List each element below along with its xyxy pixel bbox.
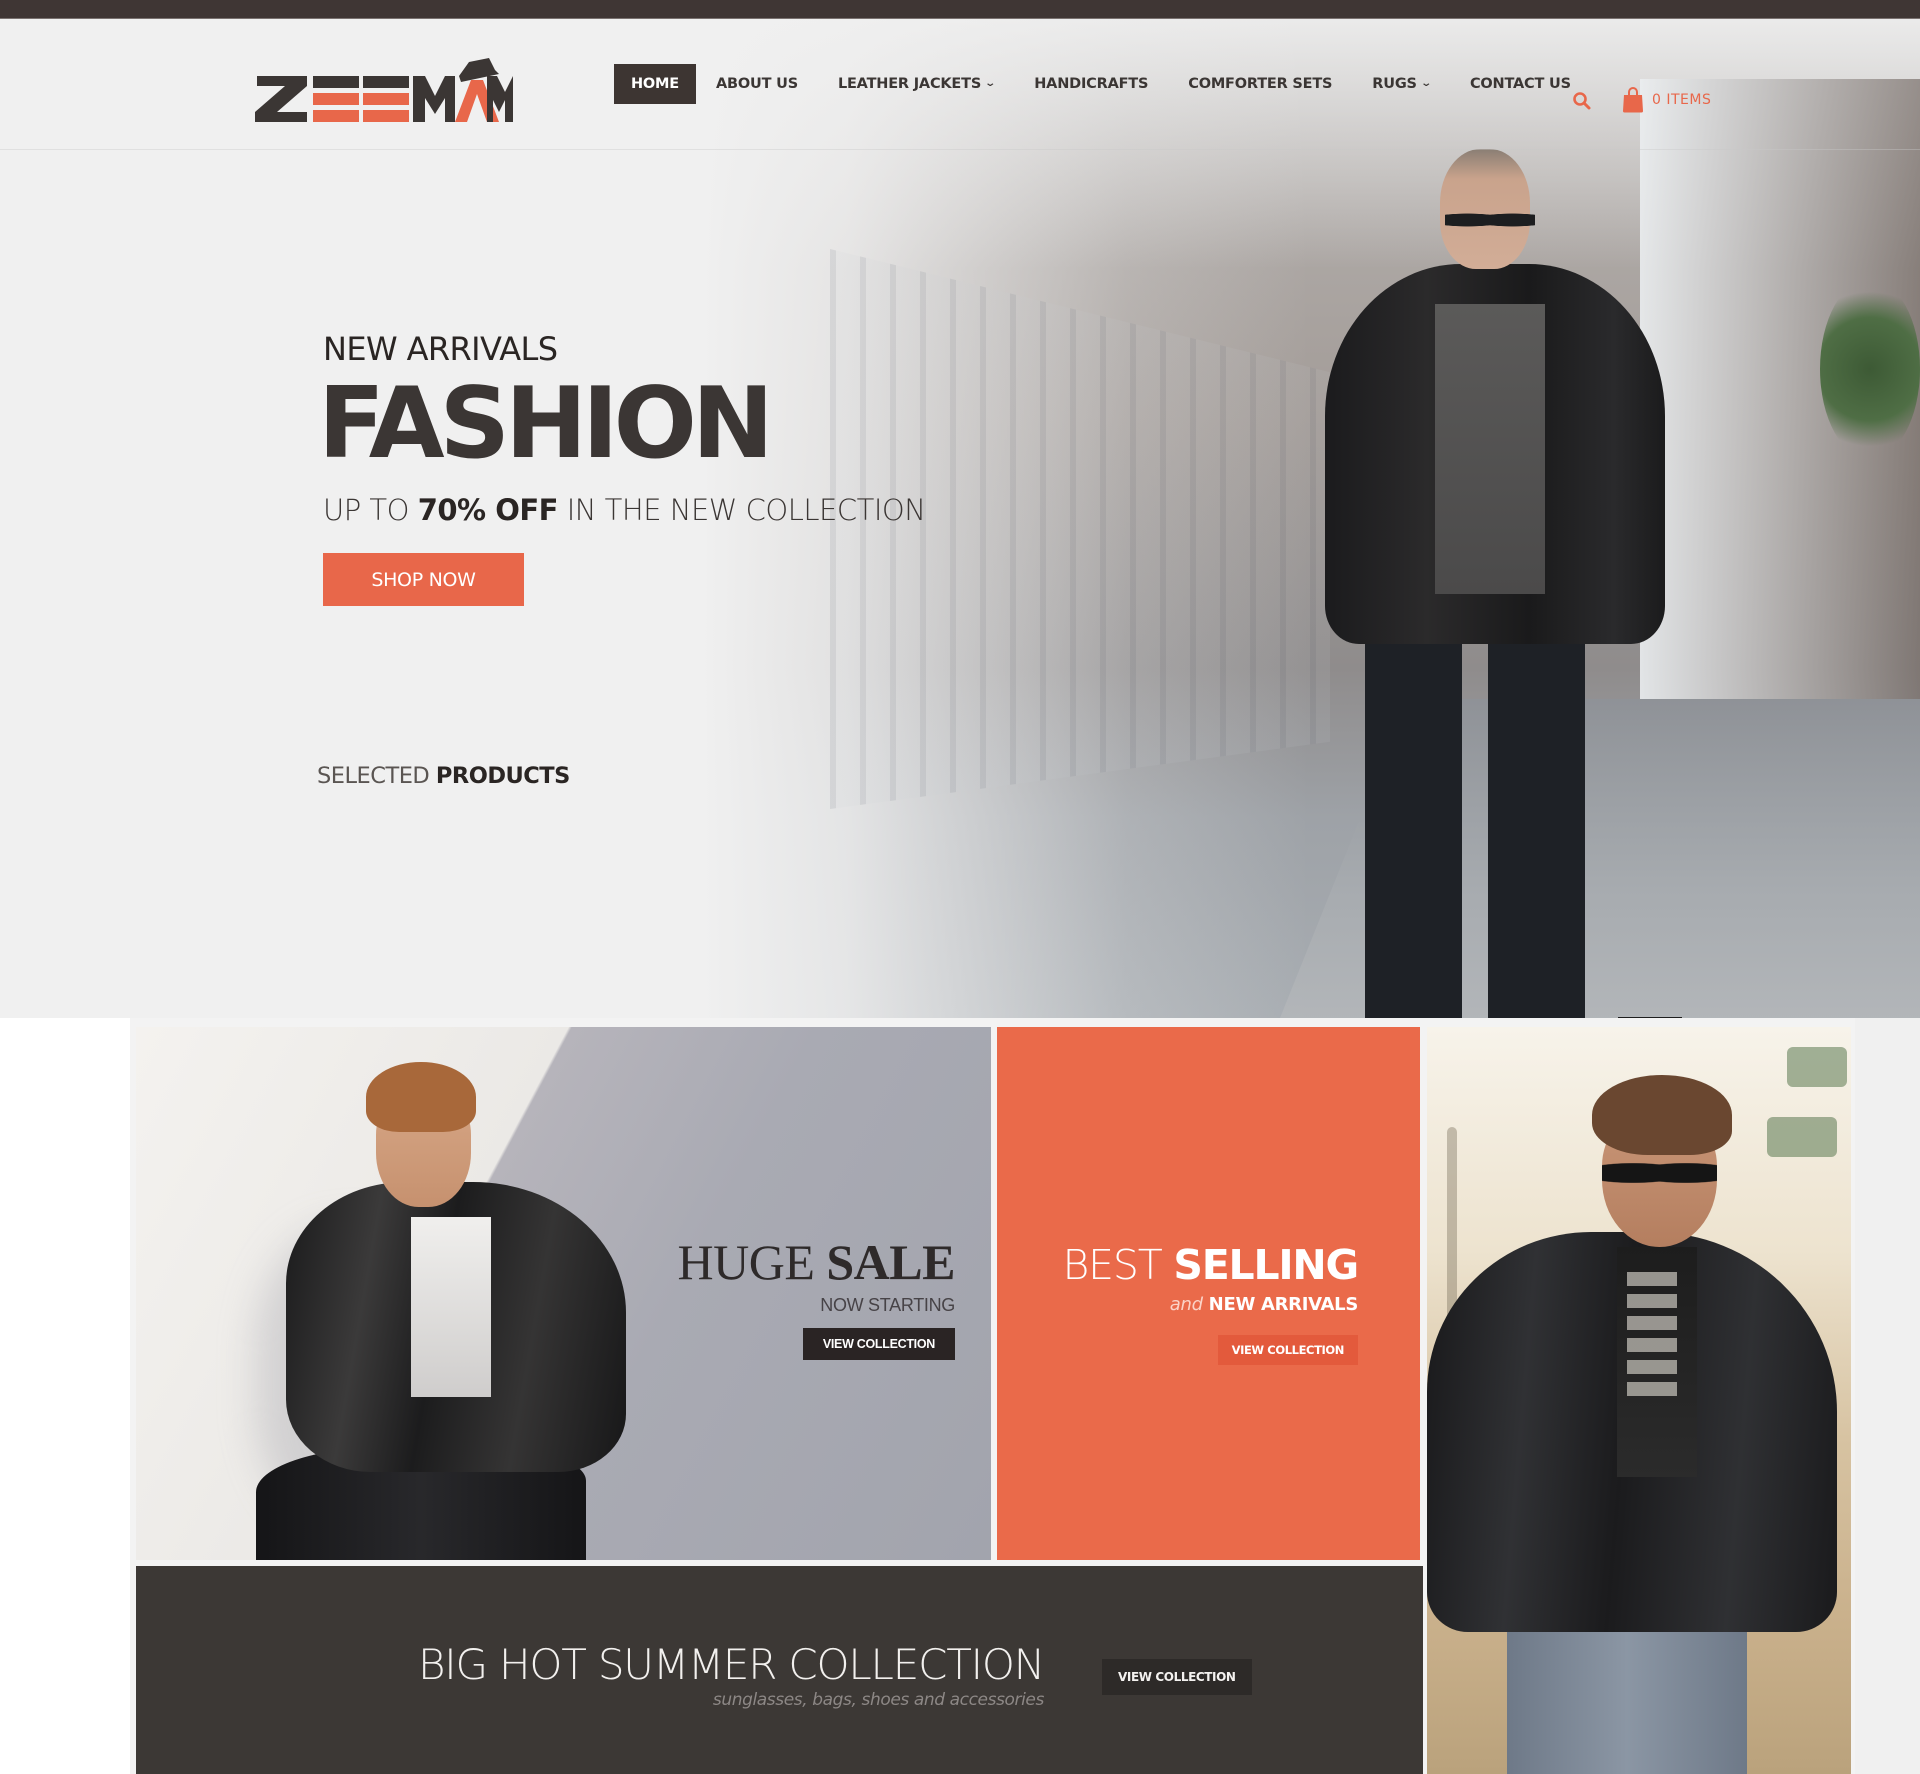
cart-item-count: 0 ITEMS bbox=[1652, 92, 1712, 108]
model-hair bbox=[366, 1062, 476, 1132]
title-bold: SELLING bbox=[1173, 1241, 1359, 1289]
best-selling-text: BEST SELLING and NEW ARRIVALS VIEW COLLE… bbox=[1063, 1245, 1360, 1365]
nav-label: HANDICRAFTS bbox=[1034, 76, 1149, 92]
chevron-down-icon: ⌄ bbox=[984, 78, 996, 89]
title-light: HUGE bbox=[677, 1234, 827, 1290]
cart-button[interactable]: 0 ITEMS bbox=[1622, 87, 1711, 113]
summer-title: BIG HOT SUMMER COLLECTION bbox=[418, 1640, 1045, 1689]
jacket-model-image bbox=[1427, 1057, 1851, 1774]
title-light: BEST bbox=[1062, 1241, 1174, 1289]
nav-label: CONTACT US bbox=[1469, 76, 1571, 92]
huge-sale-subtitle: NOW STARTING bbox=[820, 1295, 955, 1315]
promo-prefix: UP TO bbox=[323, 493, 418, 527]
huge-sale-title: HUGE SALE bbox=[678, 1237, 956, 1287]
promo-suffix: IN THE NEW COLLECTION bbox=[558, 493, 926, 527]
nav-item-home[interactable]: HOME bbox=[614, 64, 696, 104]
promo-huge-sale[interactable]: HUGE SALE NOW STARTING VIEW COLLECTION bbox=[136, 1027, 991, 1560]
nav-label: HOME bbox=[631, 76, 679, 92]
shop-now-button[interactable]: SHOP NOW bbox=[323, 553, 524, 606]
huge-sale-model-image bbox=[196, 1047, 716, 1560]
best-selling-title: BEST SELLING bbox=[1063, 1245, 1360, 1286]
hero-model-image bbox=[1325, 149, 1665, 1018]
model-sunglasses bbox=[1602, 1157, 1717, 1189]
nav-item-contact-us[interactable]: CONTACT US bbox=[1450, 64, 1591, 104]
selected-products-heading: SELECTED PRODUCTS bbox=[317, 763, 570, 789]
model-sunglasses bbox=[1445, 209, 1535, 231]
best-selling-subtitle: and NEW ARRIVALS bbox=[1063, 1294, 1359, 1315]
summer-text: BIG HOT SUMMER COLLECTION sunglasses, ba… bbox=[418, 1640, 1045, 1711]
summer-subtitle: sunglasses, bags, shoes and accessories bbox=[712, 1690, 1044, 1710]
shopping-bag-icon bbox=[1623, 87, 1643, 113]
heading-highlight: PRODUCTS bbox=[435, 763, 570, 789]
chevron-down-icon: ⌄ bbox=[1420, 78, 1432, 89]
main-nav: HOME ABOUT US LEATHER JACKETS ⌄ HANDICRAF… bbox=[614, 64, 1591, 104]
model-shirt-print bbox=[1627, 1272, 1677, 1402]
heading-prefix: SELECTED bbox=[317, 763, 436, 789]
hero-tree-graphic bbox=[1820, 279, 1920, 459]
search-icon[interactable] bbox=[1572, 91, 1592, 111]
subtitle-italic: and bbox=[1169, 1294, 1203, 1315]
promo-discount: 70% OFF bbox=[417, 493, 559, 527]
model-shirt bbox=[1435, 304, 1545, 594]
nav-label: LEATHER JACKETS bbox=[837, 76, 982, 92]
promo-jacket-model[interactable] bbox=[1427, 1027, 1851, 1774]
nav-item-comforter-sets[interactable]: COMFORTER SETS bbox=[1168, 64, 1352, 104]
summer-view-collection-button[interactable]: VIEW COLLECTION bbox=[1102, 1659, 1252, 1695]
subtitle-bold: NEW ARRIVALS bbox=[1202, 1294, 1359, 1315]
site-header: HOME ABOUT US LEATHER JACKETS ⌄ HANDICRAF… bbox=[0, 19, 1920, 150]
nav-label: RUGS bbox=[1372, 76, 1417, 92]
model-jeans bbox=[1507, 1617, 1747, 1774]
hero-subtitle: NEW ARRIVALS bbox=[323, 330, 558, 368]
top-bar bbox=[0, 0, 1920, 19]
title-bold: SALE bbox=[826, 1234, 955, 1290]
promo-best-selling[interactable]: BEST SELLING and NEW ARRIVALS VIEW COLLE… bbox=[997, 1027, 1420, 1560]
model-hair bbox=[1592, 1075, 1732, 1155]
promo-summer-collection[interactable]: BIG HOT SUMMER COLLECTION sunglasses, ba… bbox=[136, 1566, 1423, 1774]
nav-label: ABOUT US bbox=[716, 76, 798, 92]
huge-sale-text: HUGE SALE NOW STARTING VIEW COLLECTION bbox=[678, 1237, 956, 1360]
model-shirt bbox=[411, 1217, 491, 1397]
nav-item-rugs[interactable]: RUGS ⌄ bbox=[1352, 64, 1450, 104]
nav-item-leather-jackets[interactable]: LEATHER JACKETS ⌄ bbox=[818, 64, 1014, 104]
nav-item-about-us[interactable]: ABOUT US bbox=[696, 64, 818, 104]
hero-title: FASHION bbox=[318, 367, 774, 481]
huge-sale-view-collection-button[interactable]: VIEW COLLECTION bbox=[802, 1328, 955, 1360]
nav-item-handicrafts[interactable]: HANDICRAFTS bbox=[1014, 64, 1168, 104]
left-gutter bbox=[0, 1018, 130, 1774]
hero-promo-text: UP TO 70% OFF IN THE NEW COLLECTION bbox=[323, 493, 926, 527]
nav-label: COMFORTER SETS bbox=[1188, 76, 1333, 92]
hero-slider bbox=[0, 19, 1920, 1018]
model-legs bbox=[1365, 619, 1585, 1018]
zeemam-logo[interactable] bbox=[255, 56, 513, 128]
best-selling-view-collection-button[interactable]: VIEW COLLECTION bbox=[1217, 1335, 1358, 1365]
